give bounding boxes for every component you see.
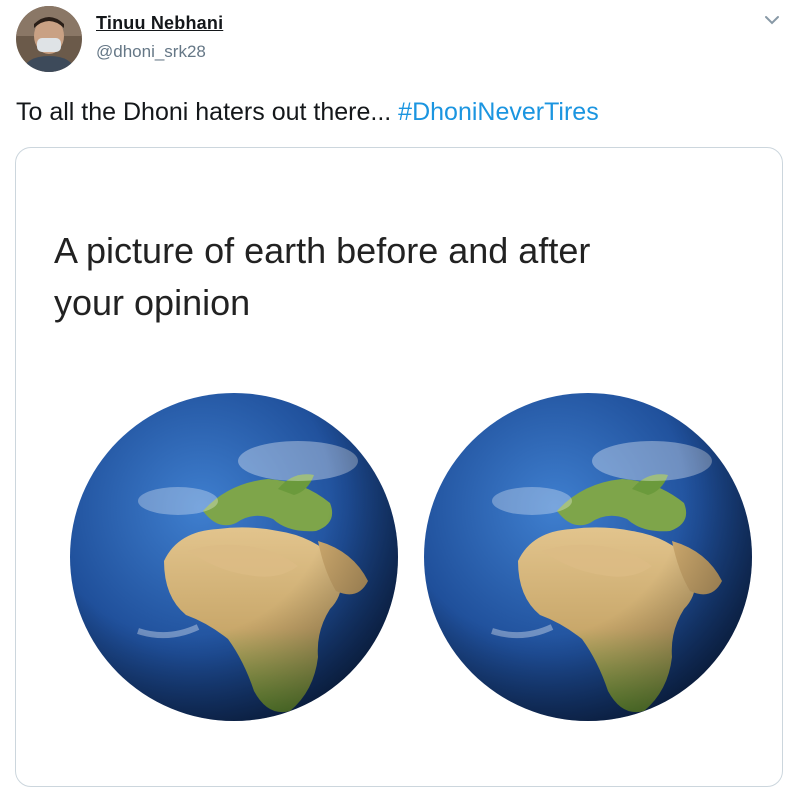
user-avatar-icon [16,6,82,72]
meme-caption-line-1: A picture of earth before and after [54,230,591,271]
author-handle: @dhoni_srk28 [96,42,206,61]
meme-caption-line-2: your opinion [54,282,251,323]
earth-globe-icon [424,393,752,721]
earth-globe-before [68,391,400,723]
earth-globe-icon [70,393,398,721]
meme-caption: A picture of earth before and after your… [54,225,754,329]
tweet-body: To all the Dhoni haters out there... [16,98,399,126]
tweet-text: To all the Dhoni haters out there... #Dh… [16,98,599,127]
author-display-name[interactable]: Tinuu Nebhani [96,13,223,34]
earth-globe-after [422,391,754,723]
tweet-media-card[interactable]: A picture of earth before and after your… [15,147,783,787]
avatar[interactable] [16,6,82,72]
hashtag-link[interactable]: #DhoniNeverTires [398,98,599,126]
chevron-down-icon [765,16,779,25]
more-options-button[interactable] [760,10,784,32]
